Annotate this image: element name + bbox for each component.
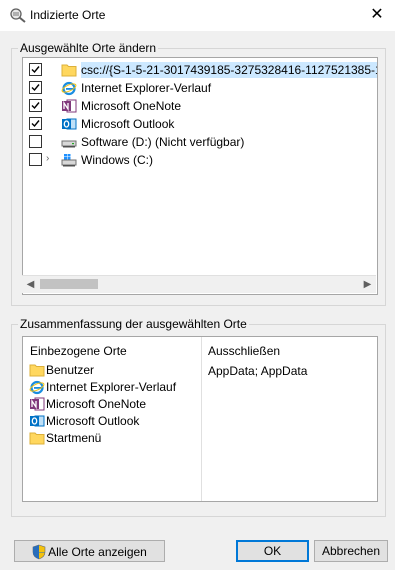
- tree-row-software-drive[interactable]: Software (D:) (Nicht verfügbar): [23, 133, 377, 151]
- checkbox-internet-explorer[interactable]: [29, 81, 42, 94]
- scroll-left-arrow-icon[interactable]: ◀: [22, 276, 39, 293]
- tree-row-label: csc://{S-1-5-21-3017439185-3275328416-11…: [81, 62, 377, 78]
- folder-icon: [29, 430, 45, 446]
- excluded-text: AppData; AppData: [208, 364, 308, 378]
- close-icon[interactable]: ✕: [365, 3, 389, 27]
- title-bar: Indizierte Orte ✕: [0, 0, 395, 31]
- checkbox-windows-drive[interactable]: [29, 153, 42, 166]
- folder-icon: [29, 362, 45, 378]
- windows-drive-icon: [61, 152, 77, 168]
- excluded-header: Ausschließen: [208, 344, 281, 358]
- onenote-icon: [29, 396, 45, 412]
- onenote-icon: [61, 98, 77, 114]
- drive-icon: [61, 134, 77, 150]
- ok-button[interactable]: OK: [236, 540, 309, 562]
- tree-row-label: Internet Explorer-Verlauf: [81, 81, 212, 95]
- scrollbar-thumb[interactable]: [40, 279, 98, 289]
- show-all-locations-button[interactable]: Alle Orte anzeigen: [14, 540, 165, 562]
- internet-explorer-icon: [29, 379, 45, 395]
- summary-panel: Einbezogene Orte Ausschließen Benutzer I…: [22, 336, 378, 502]
- horizontal-scrollbar[interactable]: ◀ ▶: [22, 275, 376, 293]
- outlook-icon: [61, 116, 77, 132]
- locations-tree[interactable]: csc://{S-1-5-21-3017439185-3275328416-11…: [22, 57, 378, 295]
- included-header: Einbezogene Orte: [30, 344, 127, 358]
- folder-icon: [61, 62, 77, 78]
- outlook-icon: [29, 413, 45, 429]
- tree-row-onenote[interactable]: Microsoft OneNote: [23, 97, 377, 115]
- tree-row-internet-explorer[interactable]: Internet Explorer-Verlauf: [23, 79, 377, 97]
- checkbox-csc[interactable]: [29, 63, 42, 76]
- scroll-right-arrow-icon[interactable]: ▶: [359, 276, 376, 293]
- checkbox-software-drive[interactable]: [29, 135, 42, 148]
- show-all-label: Alle Orte anzeigen: [48, 544, 147, 559]
- indexing-options-icon: [9, 7, 27, 23]
- tree-row-label: Windows (C:): [81, 153, 154, 167]
- window-title: Indizierte Orte: [30, 8, 106, 22]
- tree-row-windows-drive[interactable]: › Windows (C:): [23, 151, 377, 169]
- tree-row-csc[interactable]: csc://{S-1-5-21-3017439185-3275328416-11…: [23, 61, 377, 79]
- tree-row-label: Software (D:) (Nicht verfügbar): [81, 135, 245, 149]
- checkbox-outlook[interactable]: [29, 117, 42, 130]
- tree-row-label: Microsoft Outlook: [81, 117, 175, 131]
- column-divider: [201, 337, 202, 501]
- cancel-button[interactable]: Abbrechen: [314, 540, 388, 562]
- tree-row-label: Microsoft OneNote: [81, 99, 182, 113]
- chevron-right-icon[interactable]: ›: [46, 153, 49, 164]
- uac-shield-icon: [32, 544, 46, 560]
- checkbox-onenote[interactable]: [29, 99, 42, 112]
- internet-explorer-icon: [61, 80, 77, 96]
- summary-group-legend: Zusammenfassung der ausgewählten Orte: [18, 317, 249, 331]
- tree-row-outlook[interactable]: Microsoft Outlook: [23, 115, 377, 133]
- locations-group-legend: Ausgewählte Orte ändern: [18, 41, 159, 55]
